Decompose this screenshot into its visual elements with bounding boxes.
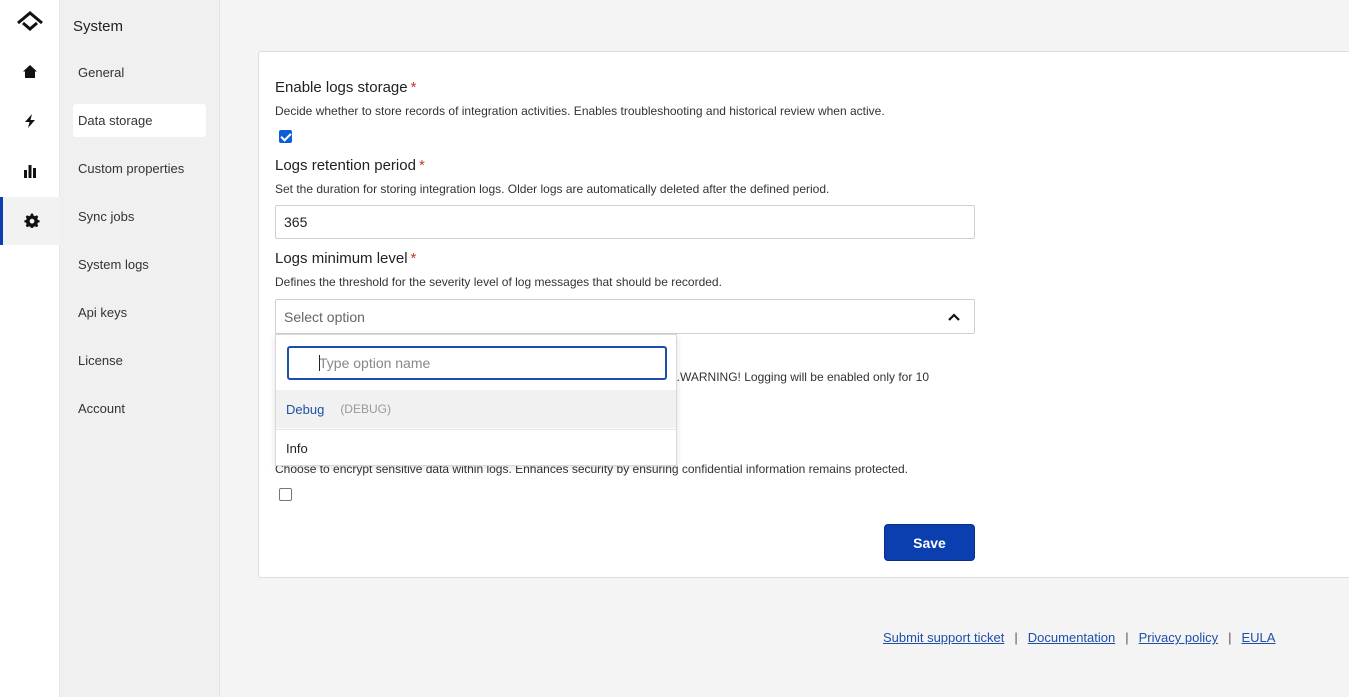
- subnav-item-custom-properties[interactable]: Custom properties: [73, 152, 206, 185]
- gear-icon: [23, 213, 40, 228]
- subnav-item-account[interactable]: Account: [73, 392, 206, 425]
- option-debug[interactable]: Debug (DEBUG): [276, 390, 676, 428]
- rail-analytics[interactable]: [0, 147, 60, 195]
- subnav-item-data-storage[interactable]: Data storage: [73, 104, 206, 137]
- subnav-item-sync-jobs[interactable]: Sync jobs: [73, 200, 206, 233]
- eula-link[interactable]: EULA: [1241, 630, 1275, 645]
- subnav-title: System: [73, 18, 124, 35]
- subnav-item-general[interactable]: General: [73, 56, 206, 89]
- select-placeholder: Select option: [284, 308, 365, 325]
- support-ticket-link[interactable]: Submit support ticket: [883, 630, 1004, 645]
- debug-warning-text: g.WARNING! Logging will be enabled only …: [670, 370, 930, 384]
- home-icon: [23, 65, 37, 78]
- search-placeholder: Type option name: [319, 355, 431, 371]
- text-caret: [319, 355, 320, 371]
- required-marker: *: [410, 79, 417, 96]
- logs-storage-label: Enable logs storage *: [275, 79, 417, 96]
- privacy-policy-link[interactable]: Privacy policy: [1139, 630, 1218, 645]
- min-level-description: Defines the threshold for the severity l…: [275, 275, 722, 289]
- subnav-item-api-keys[interactable]: Api keys: [73, 296, 206, 329]
- rail-settings[interactable]: [0, 197, 60, 245]
- subnav-item-license[interactable]: License: [73, 344, 206, 377]
- min-level-label: Logs minimum level *: [275, 250, 417, 267]
- retention-input[interactable]: 365: [275, 205, 975, 239]
- retention-label: Logs retention period *: [275, 157, 425, 174]
- app-logo-icon[interactable]: [14, 10, 46, 36]
- system-subnav: System General Data storage Custom prope…: [60, 0, 220, 697]
- min-level-select[interactable]: Select option: [275, 299, 975, 334]
- lightning-icon: [25, 114, 35, 128]
- required-marker: *: [410, 250, 417, 267]
- logs-storage-description: Decide whether to store records of integ…: [275, 104, 885, 118]
- chevron-up-icon[interactable]: [946, 309, 962, 325]
- option-code: (DEBUG): [340, 402, 391, 416]
- logs-storage-checkbox[interactable]: [279, 130, 292, 143]
- footer-separator: |: [1228, 630, 1232, 645]
- documentation-link[interactable]: Documentation: [1028, 630, 1115, 645]
- encrypt-checkbox[interactable]: [279, 488, 292, 501]
- retention-description: Set the duration for storing integration…: [275, 182, 830, 196]
- min-level-dropdown: Type option name Debug (DEBUG) Info: [275, 334, 677, 466]
- icon-rail: [0, 0, 60, 697]
- option-search-input[interactable]: Type option name: [287, 346, 667, 380]
- subnav-item-system-logs[interactable]: System logs: [73, 248, 206, 281]
- footer-links: Submit support ticket | Documentation | …: [883, 630, 1275, 645]
- rail-integrations[interactable]: [0, 97, 60, 145]
- footer-separator: |: [1014, 630, 1018, 645]
- required-marker: *: [418, 157, 425, 174]
- option-info[interactable]: Info: [276, 429, 676, 467]
- bar-chart-icon: [24, 165, 36, 178]
- footer-separator: |: [1125, 630, 1129, 645]
- rail-home[interactable]: [0, 48, 60, 96]
- save-button[interactable]: Save: [884, 524, 975, 561]
